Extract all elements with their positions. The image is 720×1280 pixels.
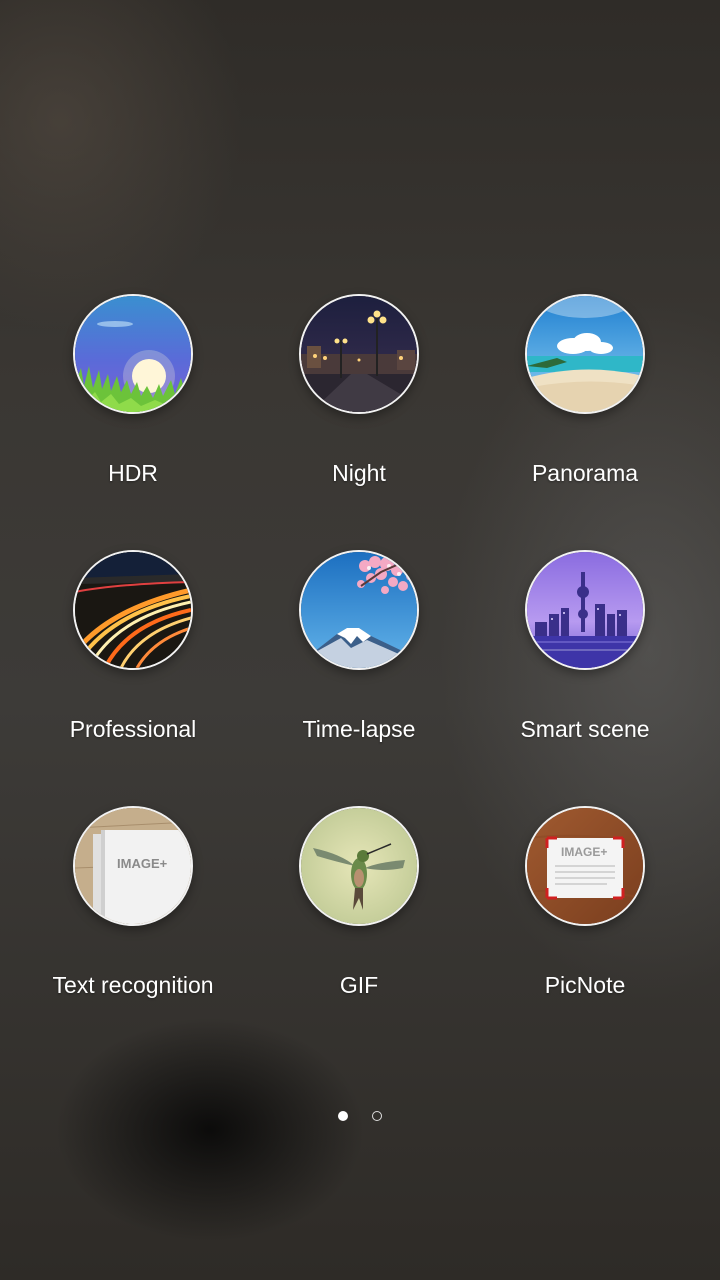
mode-professional[interactable]: Professional: [20, 550, 246, 743]
document-icon-text: IMAGE+: [117, 856, 168, 871]
mode-label: PicNote: [544, 972, 626, 998]
mode-label: Night: [332, 460, 386, 486]
gif-hummingbird-icon: [299, 806, 419, 926]
time-lapse-mount-fuji-icon: [299, 550, 419, 670]
mode-label: GIF: [339, 972, 379, 998]
mode-label: Professional: [69, 716, 197, 742]
picnote-note-icon: IMAGE+: [525, 806, 645, 926]
mode-label: Smart scene: [520, 716, 650, 742]
mode-label: Time-lapse: [302, 716, 416, 742]
mode-hdr[interactable]: HDR: [20, 294, 246, 487]
mode-text-recognition[interactable]: IMAGE+ Text recognition: [20, 806, 246, 999]
mode-night[interactable]: Night: [246, 294, 472, 487]
professional-light-trails-icon: [73, 550, 193, 670]
mode-label: Text recognition: [52, 972, 214, 998]
page-dot-active[interactable]: [337, 1111, 348, 1121]
night-streetlights-icon: [299, 294, 419, 414]
mode-gif[interactable]: GIF: [246, 806, 472, 999]
smart-scene-city-icon: [525, 550, 645, 670]
hdr-sunrise-icon: [73, 294, 193, 414]
page-dot-inactive[interactable]: [372, 1111, 383, 1121]
mode-label: HDR: [108, 460, 158, 486]
page-indicator: [0, 1108, 720, 1126]
text-recognition-document-icon: IMAGE+: [73, 806, 193, 926]
mode-picnote[interactable]: IMAGE+ PicNote: [472, 806, 698, 999]
camera-mode-grid: HDR Night Panorama Professional Time-lap…: [0, 0, 720, 1280]
note-icon-text: IMAGE+: [561, 845, 607, 859]
mode-time-lapse[interactable]: Time-lapse: [246, 550, 472, 743]
mode-smart-scene[interactable]: Smart scene: [472, 550, 698, 743]
mode-panorama[interactable]: Panorama: [472, 294, 698, 487]
panorama-beach-icon: [525, 294, 645, 414]
mode-label: Panorama: [531, 460, 639, 486]
